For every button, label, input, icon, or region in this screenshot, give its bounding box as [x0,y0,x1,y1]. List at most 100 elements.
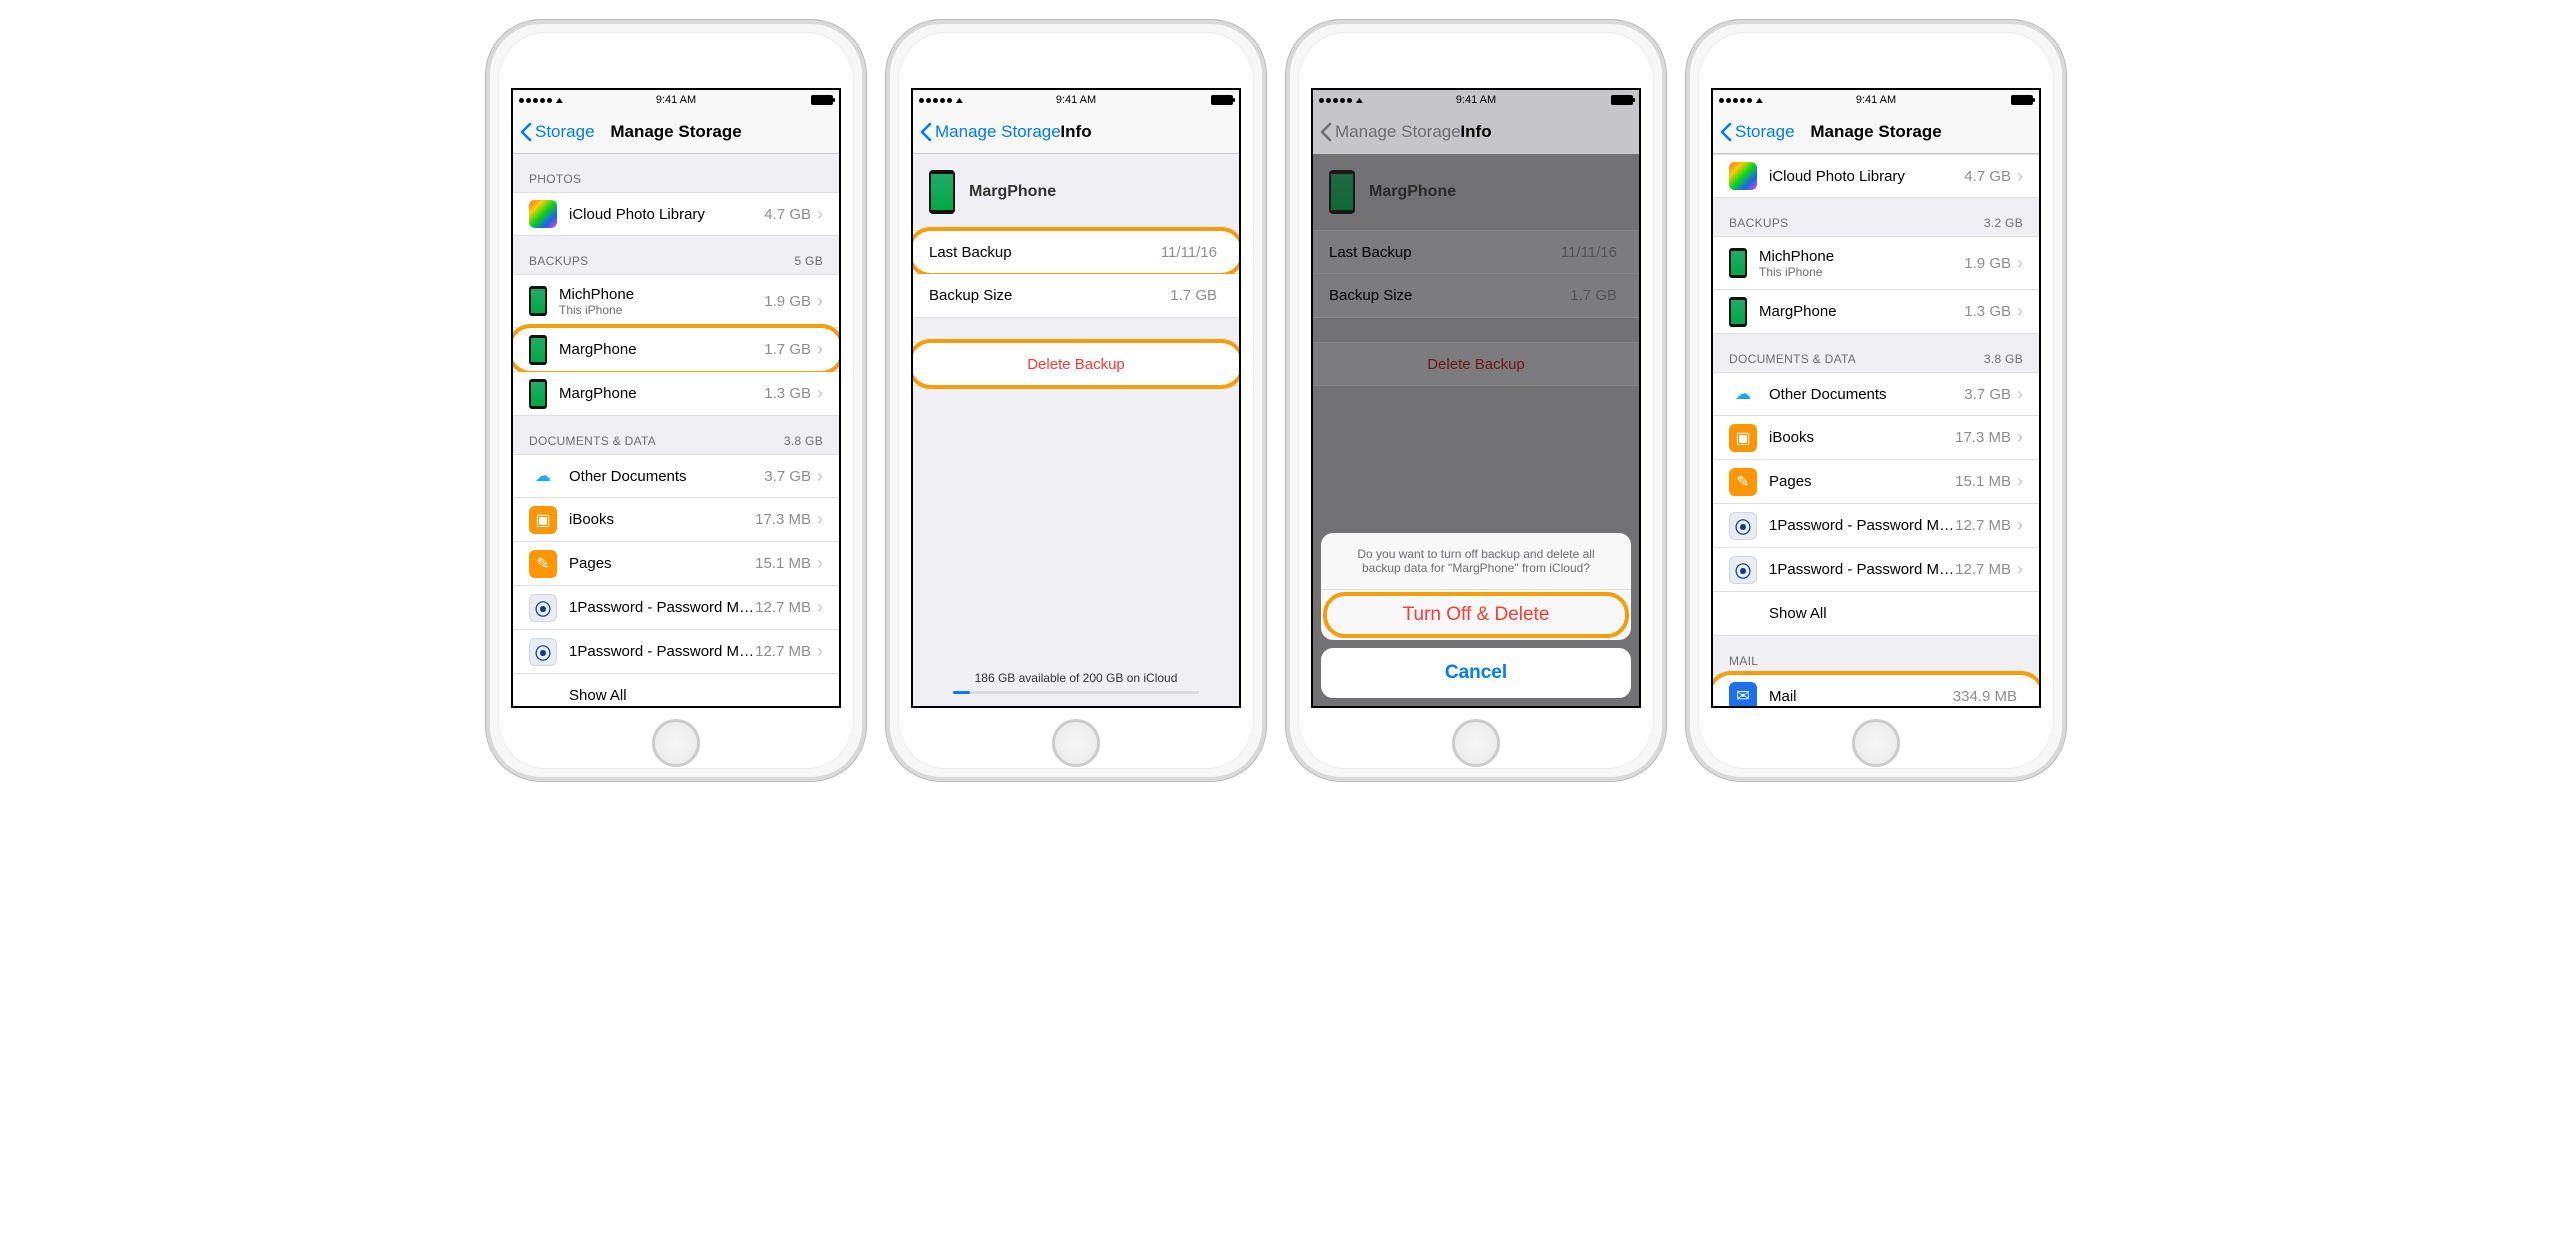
nav-bar: Manage Storage Info [1313,110,1639,154]
phone-3-action-sheet: 9:41 AM Manage Storage Info MargPhone La… [1286,20,1666,781]
photos-icon [1729,162,1757,190]
screen-2: 9:41 AM Manage Storage Info MargPhone La… [911,88,1241,708]
nav-title: Info [1460,122,1491,142]
chevron-right-icon: › [2017,559,2023,580]
pages-icon: ✎ [1729,468,1757,496]
row-backup-michphone[interactable]: MichPhoneThis iPhone 1.9 GB › [513,274,839,328]
wifi-icon [555,94,564,106]
battery-icon [811,95,833,105]
device-header: MargPhone [913,154,1239,230]
home-button[interactable] [1852,719,1900,767]
sheet-message: Do you want to turn off backup and delet… [1321,533,1631,590]
section-backups: BACKUPS5 GB [513,236,839,274]
wifi-icon [1355,94,1364,106]
ibooks-icon: ▣ [529,506,557,534]
pages-icon: ✎ [529,550,557,578]
mail-icon: ✉ [1729,682,1757,706]
back-button: Manage Storage [1319,110,1461,154]
action-sheet: Do you want to turn off backup and delet… [1321,533,1631,698]
nav-bar: Storage Manage Storage [513,110,839,154]
row-backup-margphone[interactable]: MargPhone 1.3 GB › [1713,290,2039,334]
content[interactable]: MargPhone Last Backup 11/11/16 Backup Si… [913,154,1239,706]
iphone-icon [529,286,547,316]
phone-4-manage-storage-after: 9:41 AM Storage Manage Storage iCloud Ph… [1686,20,2066,781]
chevron-right-icon: › [2017,384,2023,405]
chevron-right-icon: › [817,339,823,360]
show-all-button[interactable]: Show All [1713,592,2039,636]
row-backup-margphone-2[interactable]: MargPhone 1.3 GB › [513,372,839,416]
row-1password-1[interactable]: ⦿ 1Password - Password Manager an... 12.… [1713,504,2039,548]
row-1password-1[interactable]: ⦿ 1Password - Password Manager an... 12.… [513,586,839,630]
content: MargPhone Last Backup 11/11/16 Backup Si… [1313,154,1639,706]
1password-icon: ⦿ [1729,556,1757,584]
back-button[interactable]: Storage [1719,110,1795,154]
screen-4: 9:41 AM Storage Manage Storage iCloud Ph… [1711,88,2041,708]
row-pages[interactable]: ✎ Pages 15.1 MB › [1713,460,2039,504]
chevron-right-icon: › [817,553,823,574]
back-button[interactable]: Storage [519,110,595,154]
battery-icon [1211,95,1233,105]
chevron-right-icon: › [2017,301,2023,322]
chevron-right-icon: › [817,204,823,225]
wifi-icon [1755,94,1764,106]
back-label: Manage Storage [935,122,1061,142]
ibooks-icon: ▣ [1729,424,1757,452]
section-documents: DOCUMENTS & DATA3.8 GB [513,416,839,454]
content[interactable]: iCloud Photo Library 4.7 GB › BACKUPS3.2… [1713,154,2039,706]
status-bar: 9:41 AM [513,90,839,110]
chevron-right-icon: › [817,641,823,662]
home-button[interactable] [652,719,700,767]
nav-title: Info [1060,122,1091,142]
wifi-icon [955,94,964,106]
chevron-right-icon: › [2017,427,2023,448]
row-backup-margphone-1[interactable]: MargPhone 1.7 GB › [513,328,839,372]
show-all-button[interactable]: Show All [513,674,839,706]
iphone-icon [1729,248,1747,278]
cancel-button[interactable]: Cancel [1321,648,1631,698]
phone-2-info: 9:41 AM Manage Storage Info MargPhone La… [886,20,1266,781]
row-other-documents[interactable]: ☁ Other Documents 3.7 GB › [513,454,839,498]
row-mail[interactable]: ✉ Mail 334.9 MB [1713,674,2039,706]
section-mail: MAIL [1713,636,2039,674]
row-1password-2[interactable]: ⦿ 1Password - Password Manager an... 12.… [513,630,839,674]
row-ibooks[interactable]: ▣ iBooks 17.3 MB › [513,498,839,542]
back-label: Manage Storage [1335,122,1461,142]
iphone-icon [529,379,547,409]
iphone-icon [929,170,955,214]
row-icloud-photo-library[interactable]: iCloud Photo Library 4.7 GB › [513,192,839,236]
status-bar: 9:41 AM [913,90,1239,110]
chevron-right-icon: › [817,466,823,487]
home-button[interactable] [1052,719,1100,767]
1password-icon: ⦿ [1729,512,1757,540]
row-pages[interactable]: ✎ Pages 15.1 MB › [513,542,839,586]
chevron-right-icon: › [2017,166,2023,187]
iphone-icon [529,335,547,365]
row-icloud-photo-library[interactable]: iCloud Photo Library 4.7 GB › [1713,154,2039,198]
delete-backup-button[interactable]: Delete Backup [913,342,1239,386]
nav-title: Manage Storage [1810,122,1941,142]
row-1password-2[interactable]: ⦿ 1Password - Password Manager an... 12.… [1713,548,2039,592]
content[interactable]: PHOTOS iCloud Photo Library 4.7 GB › BAC… [513,154,839,706]
status-bar: 9:41 AM [1313,90,1639,110]
device-name: MargPhone [969,183,1056,201]
cloud-icon: ☁ [529,462,557,490]
status-time: 9:41 AM [1456,94,1496,106]
nav-bar: Manage Storage Info [913,110,1239,154]
turn-off-delete-button[interactable]: Turn Off & Delete [1321,590,1631,640]
nav-bar: Storage Manage Storage [1713,110,2039,154]
back-label: Storage [535,122,595,142]
chevron-right-icon: › [817,383,823,404]
back-button[interactable]: Manage Storage [919,110,1061,154]
photos-icon [529,200,557,228]
status-time: 9:41 AM [1856,94,1896,106]
section-documents: DOCUMENTS & DATA3.8 GB [1713,334,2039,372]
phone-1-manage-storage: 9:41 AM Storage Manage Storage PHOTOS iC… [486,20,866,781]
row-ibooks[interactable]: ▣ iBooks 17.3 MB › [1713,416,2039,460]
row-other-documents[interactable]: ☁ Other Documents 3.7 GB › [1713,372,2039,416]
chevron-right-icon: › [2017,253,2023,274]
row-backup-michphone[interactable]: MichPhoneThis iPhone 1.9 GB › [1713,236,2039,290]
nav-title: Manage Storage [610,122,741,142]
home-button[interactable] [1452,719,1500,767]
1password-icon: ⦿ [529,638,557,666]
screen-1: 9:41 AM Storage Manage Storage PHOTOS iC… [511,88,841,708]
